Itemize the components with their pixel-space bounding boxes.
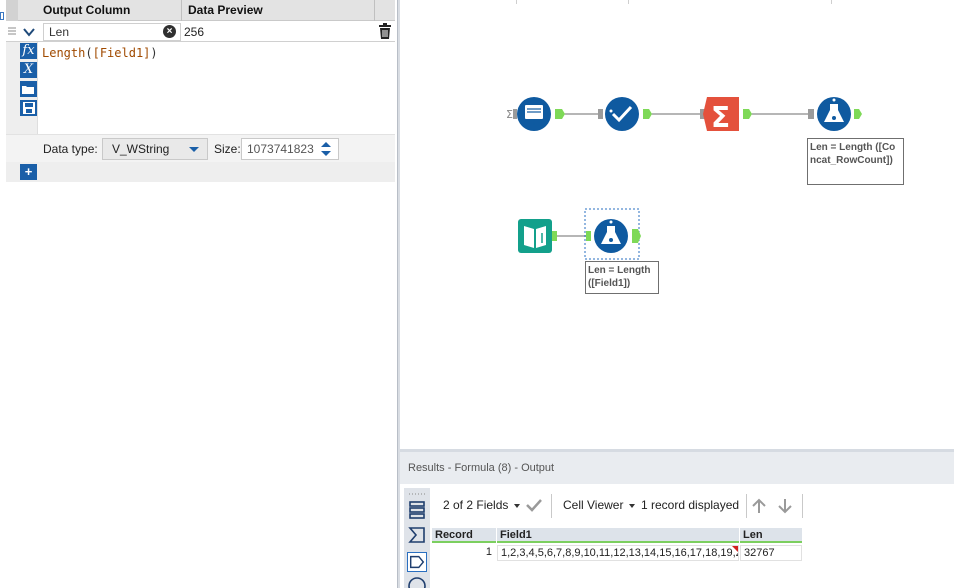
- expression-open-paren: (: [85, 46, 93, 60]
- drag-handle-icon: [8, 27, 16, 35]
- formula-tool-top[interactable]: [808, 97, 862, 131]
- workflow-diagram: Σ + Σ: [506, 97, 862, 260]
- data-preview-value: 256: [184, 25, 205, 39]
- column-header-len[interactable]: Len: [740, 528, 802, 543]
- output-anchor[interactable]: [552, 231, 557, 241]
- column-header-record[interactable]: Record: [432, 528, 496, 543]
- output-anchor[interactable]: [743, 109, 752, 119]
- output-anchor[interactable]: [555, 109, 565, 119]
- formula-grid-header: Output Column Data Preview: [6, 0, 395, 21]
- expression-field: [Field1]: [92, 46, 151, 60]
- data-preview-header[interactable]: Data Preview: [182, 0, 372, 21]
- help-icon[interactable]: [407, 576, 427, 588]
- expression-text[interactable]: Length([Field1]): [42, 46, 158, 60]
- alteryx-designer-window: Output Column Data Preview Len × 256 fx …: [0, 0, 954, 588]
- records-count: 1 record displayed: [641, 498, 740, 512]
- dropdown-arrow-icon: [189, 147, 199, 152]
- results-title: Results - Formula (8) - Output: [400, 452, 954, 484]
- results-toolbar: 2 of 2 Fields Cell Viewer 1 record displ…: [436, 492, 950, 520]
- data-type-row: Data type: V_WString Size: 1073741823: [6, 134, 395, 162]
- fields-selector-label: 2 of 2 Fields: [443, 498, 509, 512]
- size-label: Size:: [214, 142, 241, 156]
- workflow-canvas[interactable]: Σ + Σ Len = Length ([Concat_RowCount]) L…: [400, 0, 954, 449]
- clear-icon[interactable]: ×: [163, 25, 176, 38]
- output-anchor[interactable]: [854, 109, 862, 119]
- size-value: 1073741823: [247, 142, 314, 156]
- input-anchor: [513, 109, 517, 119]
- edge-marker: [0, 12, 4, 20]
- metadata-sigma-icon[interactable]: [407, 525, 427, 545]
- input-data-tool[interactable]: [518, 219, 557, 253]
- record-number-cell[interactable]: 1: [432, 545, 496, 561]
- folder-icon: [22, 86, 34, 94]
- header-separator: [374, 0, 375, 21]
- data-type-value: V_WString: [112, 142, 170, 156]
- svg-text:Σ: Σ: [711, 101, 730, 134]
- open-expression-icon[interactable]: [20, 81, 37, 97]
- spin-down-icon[interactable]: [321, 151, 331, 156]
- size-spinner[interactable]: [315, 140, 337, 158]
- column-header-field1[interactable]: Field1: [497, 528, 739, 543]
- output-anchor[interactable]: [643, 109, 652, 119]
- fields-selector[interactable]: 2 of 2 Fields: [443, 498, 521, 512]
- book-icon: [518, 219, 552, 253]
- save-expression-icon[interactable]: [20, 100, 37, 116]
- summarize-tool[interactable]: Σ: [700, 97, 752, 134]
- table-rows-icon[interactable]: [407, 500, 427, 520]
- floppy-disk-icon: [22, 102, 35, 114]
- size-input[interactable]: 1073741823: [241, 138, 339, 160]
- formula-config-panel: Output Column Data Preview Len × 256 fx …: [0, 0, 397, 588]
- dropdown-arrow-icon: [514, 503, 521, 508]
- row-drag-handle[interactable]: [6, 21, 18, 42]
- input-anchor[interactable]: [598, 109, 603, 119]
- truncation-flag-icon: [732, 546, 738, 552]
- input-anchor[interactable]: [586, 231, 591, 241]
- formula-top-annotation: Len = Length ([Concat_RowCount]): [807, 138, 904, 185]
- header-handle: [6, 0, 18, 21]
- toolbar-separator: [551, 494, 552, 518]
- field1-cell[interactable]: 1,2,3,4,5,6,7,8,9,10,11,12,13,14,15,16,1…: [497, 545, 739, 561]
- data-type-select[interactable]: V_WString: [102, 138, 208, 160]
- chevron-down-icon: [23, 28, 35, 37]
- toolbar-separator: [746, 494, 747, 518]
- output-anchor[interactable]: [632, 229, 641, 243]
- formula-bottom-annotation: Len = Length ([Field1]): [585, 261, 659, 294]
- results-window: Results - Formula (8) - Output 2 of 2 Fi…: [400, 449, 954, 588]
- svg-text:+: +: [530, 118, 538, 128]
- add-field-row: +: [6, 162, 395, 182]
- checkmark-tool-icon: [605, 97, 639, 131]
- results-sidebar: [404, 488, 430, 588]
- len-cell[interactable]: 32767: [740, 545, 802, 561]
- trash-icon[interactable]: [378, 23, 392, 40]
- formula-tool-selected[interactable]: [584, 208, 641, 260]
- cell-viewer-label: Cell Viewer: [563, 498, 624, 512]
- text-input-tool[interactable]: +: [517, 97, 565, 131]
- row-collapse-button[interactable]: [20, 23, 38, 40]
- sigma-input-marker: Σ: [506, 108, 513, 121]
- spin-up-icon[interactable]: [321, 142, 331, 147]
- expression-function: Length: [42, 46, 86, 60]
- input-anchor[interactable]: [808, 109, 814, 119]
- formula-field-row[interactable]: Len × 256: [6, 21, 395, 42]
- add-formula-button[interactable]: +: [20, 164, 37, 180]
- checkmark-icon[interactable]: [526, 498, 542, 512]
- arrow-up-icon[interactable]: [752, 498, 766, 514]
- output-column-header[interactable]: Output Column: [37, 0, 177, 21]
- tag-icon[interactable]: [407, 552, 427, 572]
- cell-viewer-selector[interactable]: Cell Viewer: [563, 498, 636, 512]
- field1-cell-value: 1,2,3,4,5,6,7,8,9,10,11,12,13,14,15,16,1…: [501, 547, 738, 559]
- columns-constants-icon[interactable]: X: [20, 62, 37, 78]
- dropdown-arrow-icon: [629, 503, 636, 508]
- functions-icon[interactable]: fx: [20, 43, 37, 59]
- output-column-field[interactable]: Len: [43, 23, 181, 41]
- toolbar-separator: [802, 494, 803, 518]
- data-type-label: Data type:: [43, 142, 98, 156]
- expression-close-paren: ): [150, 46, 158, 60]
- select-tool[interactable]: [598, 97, 652, 131]
- arrow-down-icon[interactable]: [778, 498, 792, 514]
